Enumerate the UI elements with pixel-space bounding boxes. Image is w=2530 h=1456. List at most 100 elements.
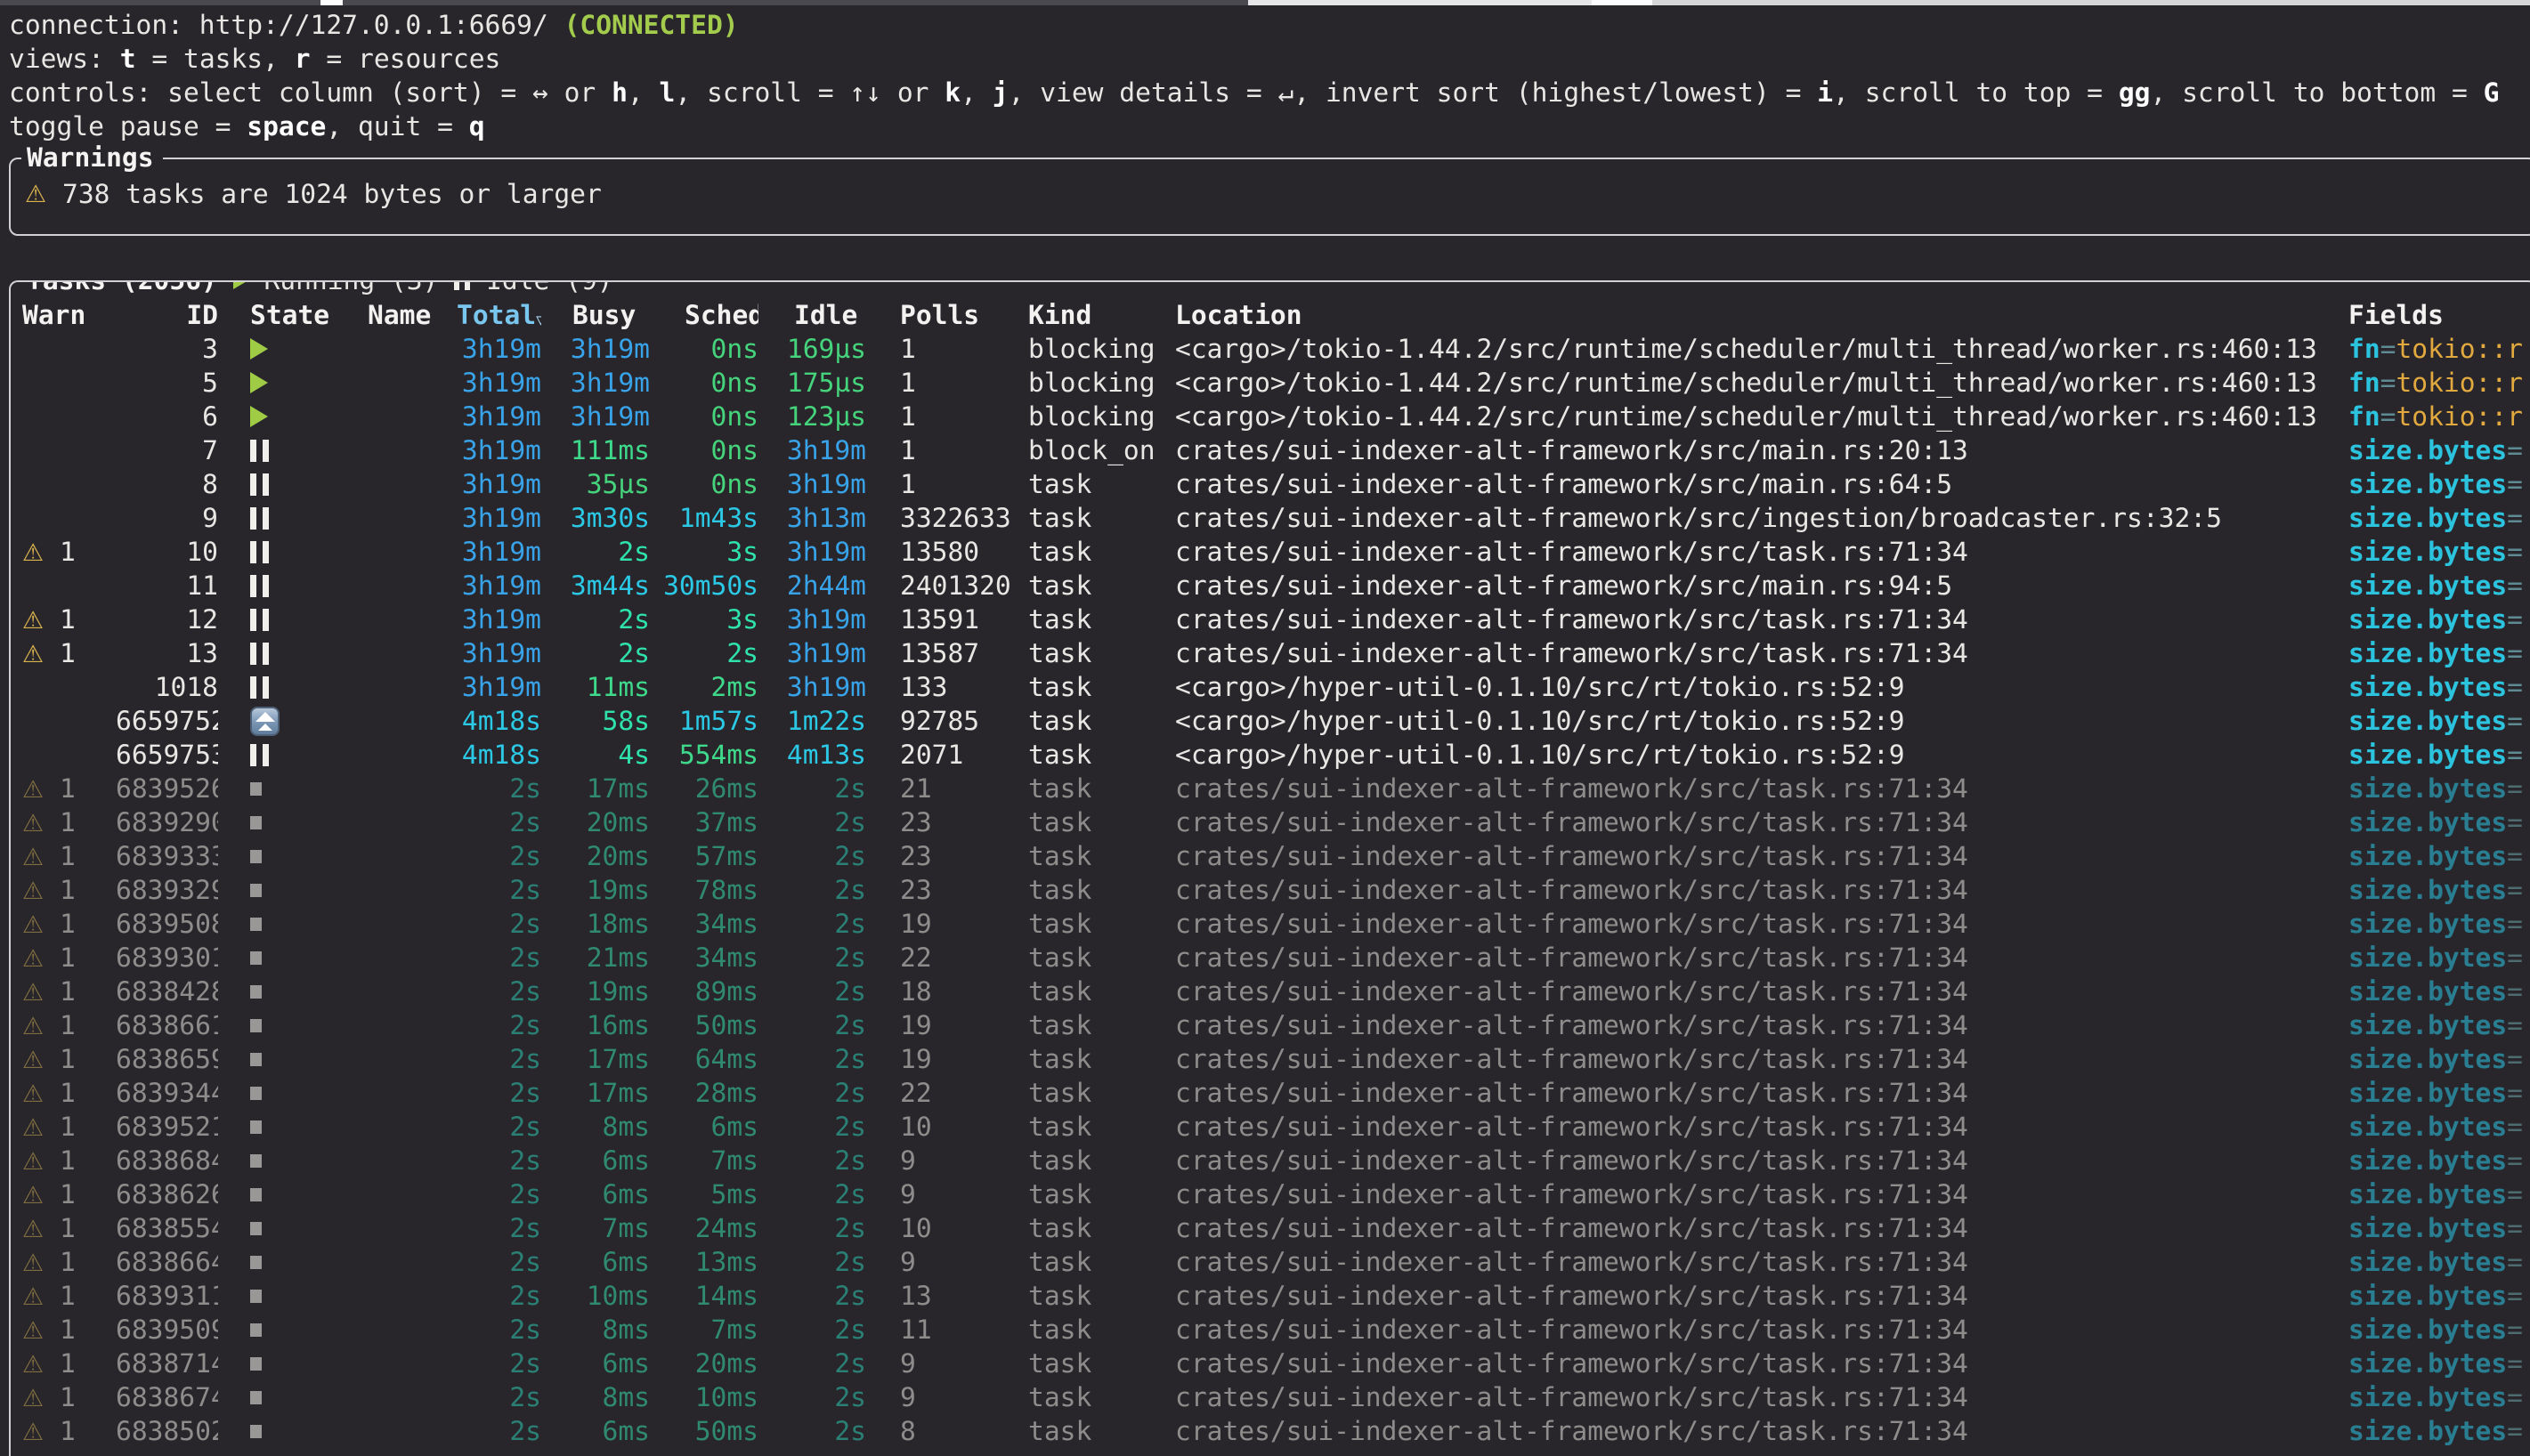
column-header-name[interactable]: Name bbox=[368, 298, 457, 332]
column-header-label: Location bbox=[1175, 300, 1302, 330]
duration-value: 6ms bbox=[603, 1179, 650, 1209]
duration-value: 3h19m bbox=[571, 401, 650, 432]
field-value: tokio::r bbox=[2396, 401, 2523, 432]
task-cell-location: crates/sui-indexer-alt-framework/src/tas… bbox=[1175, 603, 2348, 636]
duration-value: 17ms bbox=[587, 1078, 650, 1108]
duration-value: 3h19m bbox=[787, 672, 866, 702]
task-cell-sched: 5ms bbox=[650, 1177, 758, 1211]
column-header-id[interactable]: ID bbox=[116, 298, 218, 332]
task-cell-fields: size.bytes= bbox=[2348, 907, 2530, 941]
task-cell-sched: 13ms bbox=[650, 1245, 758, 1279]
task-cell-location: crates/sui-indexer-alt-framework/src/tas… bbox=[1175, 975, 2348, 1008]
duration-value: 3h19m bbox=[787, 469, 866, 499]
column-header-location[interactable]: Location bbox=[1175, 298, 2348, 332]
task-cell-kind: task bbox=[1028, 738, 1175, 772]
tokio-console-terminal: { "colors": { "background": "#28262b", "… bbox=[0, 0, 2530, 1444]
duration-value: 2s bbox=[509, 976, 541, 1007]
duration-value: 175µs bbox=[787, 368, 866, 398]
duration-value: 2s bbox=[834, 1179, 866, 1209]
completed-state-icon bbox=[250, 1087, 262, 1100]
warning-icon: ⚠ bbox=[22, 1283, 44, 1311]
task-cell-state bbox=[218, 1347, 368, 1380]
task-cell-warn bbox=[11, 670, 116, 704]
duration-value: 8ms bbox=[603, 1112, 650, 1142]
column-header-total[interactable]: Total▿ bbox=[457, 298, 541, 332]
task-cell-id: 6 bbox=[116, 400, 218, 433]
task-cell-polls: 9 bbox=[866, 1144, 1028, 1177]
task-cell-state bbox=[218, 636, 368, 670]
task-cell-total: 2s bbox=[457, 907, 541, 941]
task-cell-fields: size.bytes= bbox=[2348, 1110, 2530, 1144]
task-cell-kind: task bbox=[1028, 975, 1175, 1008]
task-cell-name bbox=[368, 1144, 457, 1177]
duration-value: 3h19m bbox=[571, 368, 650, 398]
task-cell-sched: 3s bbox=[650, 535, 758, 569]
task-cell-fields: size.bytes= bbox=[2348, 1177, 2530, 1211]
field-key: size.bytes bbox=[2348, 1247, 2507, 1277]
column-header-polls[interactable]: Polls bbox=[866, 298, 1028, 332]
column-header-label: Sched bbox=[685, 300, 758, 330]
task-cell-name bbox=[368, 1414, 457, 1448]
task-cell-sched: 0ns bbox=[650, 332, 758, 366]
column-header-busy[interactable]: Busy bbox=[541, 298, 650, 332]
warnings-panel-title: Warnings bbox=[21, 141, 163, 174]
column-header-fields[interactable]: Fields bbox=[2348, 298, 2530, 332]
task-cell-polls: 2071 bbox=[866, 738, 1028, 772]
duration-value: 2s bbox=[509, 1179, 541, 1209]
scheduled-state-icon bbox=[250, 707, 280, 736]
task-cell-total: 2s bbox=[457, 772, 541, 805]
warning-icon: ⚠ bbox=[22, 776, 44, 804]
column-header-idle[interactable]: Idle bbox=[758, 298, 866, 332]
column-header-state[interactable]: State bbox=[218, 298, 368, 332]
column-header-kind[interactable]: Kind bbox=[1028, 298, 1175, 332]
task-cell-fields: size.bytes= bbox=[2348, 738, 2530, 772]
duration-value: 7ms bbox=[711, 1145, 758, 1176]
task-cell-total: 3h19m bbox=[457, 501, 541, 535]
task-cell-busy: 3h19m bbox=[541, 400, 650, 433]
task-cell-id: 6839521 bbox=[116, 1110, 218, 1144]
duration-value: 2s bbox=[834, 976, 866, 1007]
task-cell-busy: 2s bbox=[541, 603, 650, 636]
column-header-warn[interactable]: Warn bbox=[11, 298, 116, 332]
task-cell-warn bbox=[11, 467, 116, 501]
duration-value: 1m43s bbox=[679, 503, 758, 533]
task-cell-total: 2s bbox=[457, 1042, 541, 1076]
task-cell-sched: 24ms bbox=[650, 1211, 758, 1245]
completed-state-icon bbox=[250, 918, 262, 931]
duration-value: 3m30s bbox=[571, 503, 650, 533]
text-segment: controls: select column (sort) = bbox=[9, 77, 532, 108]
duration-value: 2s bbox=[834, 1044, 866, 1074]
text-segment: , bbox=[961, 77, 993, 108]
text-segment: views: bbox=[9, 44, 120, 74]
task-cell-id: 12 bbox=[116, 603, 218, 636]
task-cell-state bbox=[218, 704, 368, 738]
duration-value: 3h19m bbox=[462, 570, 541, 601]
task-cell-name bbox=[368, 400, 457, 433]
duration-value: 2s bbox=[834, 1247, 866, 1277]
text-segment: l bbox=[660, 77, 676, 108]
task-cell-total: 3h19m bbox=[457, 433, 541, 467]
task-cell-total: 3h19m bbox=[457, 636, 541, 670]
duration-value: 111ms bbox=[571, 435, 650, 465]
task-cell-polls: 19 bbox=[866, 907, 1028, 941]
task-cell-idle: 2h44m bbox=[758, 569, 866, 603]
task-cell-sched: 0ns bbox=[650, 400, 758, 433]
column-header-label: Kind bbox=[1028, 300, 1091, 330]
task-cell-fields: fn=tokio::r bbox=[2348, 366, 2530, 400]
duration-value: 2s bbox=[509, 1281, 541, 1311]
task-cell-state bbox=[218, 535, 368, 569]
task-cell-warn bbox=[11, 738, 116, 772]
column-header-sched[interactable]: Sched bbox=[650, 298, 758, 332]
field-key: fn bbox=[2348, 401, 2380, 432]
duration-value: 2s bbox=[509, 1145, 541, 1176]
duration-value: 2s bbox=[834, 1213, 866, 1243]
task-cell-location: <cargo>/hyper-util-0.1.10/src/rt/tokio.r… bbox=[1175, 670, 2348, 704]
task-cell-sched: 6ms bbox=[650, 1110, 758, 1144]
idle-state-icon bbox=[250, 609, 269, 631]
duration-value: 2s bbox=[509, 1247, 541, 1277]
task-cell-total: 2s bbox=[457, 1211, 541, 1245]
duration-value: 3h19m bbox=[787, 435, 866, 465]
task-cell-total: 2s bbox=[457, 873, 541, 907]
task-cell-sched: 64ms bbox=[650, 1042, 758, 1076]
duration-value: 2s bbox=[834, 1010, 866, 1040]
